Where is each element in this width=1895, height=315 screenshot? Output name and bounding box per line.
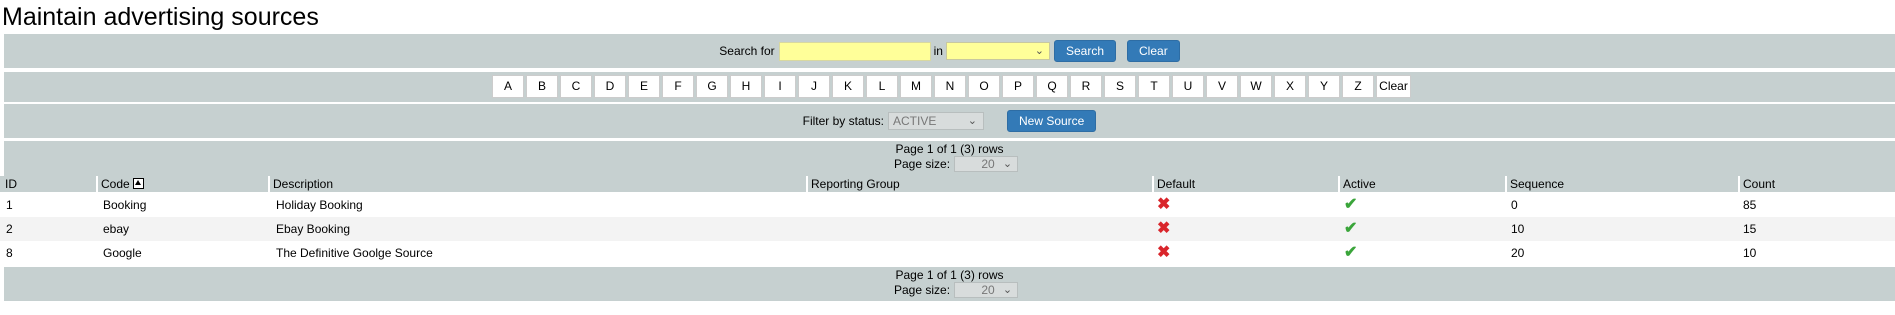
cell-sequence: 20	[1511, 246, 1525, 260]
search-bar: Search for in ⌄ Search Clear	[4, 34, 1895, 68]
cross-icon: ✖	[1157, 196, 1171, 213]
cell-count: 10	[1743, 246, 1757, 260]
table-row[interactable]: 8 Google The Definitive Goolge Source ✖ …	[0, 241, 1895, 265]
cell-description: Holiday Booking	[276, 198, 363, 212]
alphabet-letter-k[interactable]: K	[832, 75, 864, 98]
column-header-code-label: Code	[101, 177, 130, 191]
page-size-value: 20	[981, 283, 995, 297]
alphabet-letter-s[interactable]: S	[1104, 75, 1136, 98]
column-header-active[interactable]: Active	[1338, 176, 1505, 192]
column-header-count[interactable]: Count	[1738, 176, 1895, 192]
alphabet-letter-p[interactable]: P	[1002, 75, 1034, 98]
column-header-id[interactable]: ID	[0, 176, 96, 192]
chevron-down-icon: ⌄	[1034, 45, 1044, 57]
column-header-reporting-group[interactable]: Reporting Group	[806, 176, 1152, 192]
alphabet-letter-n[interactable]: N	[934, 75, 966, 98]
cell-id: 8	[6, 246, 13, 260]
pager-bottom: Page 1 of 1 (3) rows Page size: 20 ⌄	[4, 267, 1895, 301]
cell-code[interactable]: ebay	[103, 217, 129, 241]
column-header-default[interactable]: Default	[1152, 176, 1338, 192]
alphabet-letter-l[interactable]: L	[866, 75, 898, 98]
sort-ascending-icon[interactable]	[132, 178, 144, 189]
chevron-down-icon: ⌄	[1002, 158, 1013, 170]
table-header: ID Code Description Reporting Group Defa…	[0, 176, 1895, 192]
page-size-value: 20	[981, 157, 995, 171]
cell-description: Ebay Booking	[276, 222, 351, 236]
table-row[interactable]: 1 Booking Holiday Booking ✖ ✔ 0 85	[0, 193, 1895, 217]
check-icon: ✔	[1344, 244, 1358, 261]
alphabet-letter-h[interactable]: H	[730, 75, 762, 98]
cell-sequence: 0	[1511, 198, 1518, 212]
alphabet-letter-q[interactable]: Q	[1036, 75, 1068, 98]
page-size-select[interactable]: 20 ⌄	[954, 282, 1019, 298]
status-filter-label: Filter by status:	[802, 114, 884, 128]
search-input[interactable]	[778, 41, 931, 61]
alphabet-letter-j[interactable]: J	[798, 75, 830, 98]
cell-code[interactable]: Booking	[103, 193, 146, 217]
alphabet-letter-v[interactable]: V	[1206, 75, 1238, 98]
table-row[interactable]: 2 ebay Ebay Booking ✖ ✔ 10 15	[0, 217, 1895, 241]
alphabet-letter-c[interactable]: C	[560, 75, 592, 98]
alphabet-filter-bar: A B C D E F G H I J K L M N O P Q R S T U V W X Y Z Clear	[4, 72, 1895, 102]
alphabet-filter: A B C D E F G H I J K L M N O P Q R S T U V W X Y Z Clear	[492, 75, 1411, 98]
pager-summary: Page 1 of 1 (3) rows	[895, 268, 1004, 282]
check-icon: ✔	[1344, 196, 1358, 213]
status-filter-bar: Filter by status: ACTIVE ⌄ New Source	[4, 104, 1895, 138]
pager-summary: Page 1 of 1 (3) rows	[895, 142, 1004, 156]
cell-count: 85	[1743, 198, 1757, 212]
column-header-sequence[interactable]: Sequence	[1505, 176, 1738, 192]
page-size-select[interactable]: 20 ⌄	[954, 156, 1019, 172]
clear-search-button[interactable]: Clear	[1127, 40, 1180, 62]
chevron-down-icon: ⌄	[1002, 284, 1013, 296]
alphabet-letter-x[interactable]: X	[1274, 75, 1306, 98]
column-header-code[interactable]: Code	[96, 176, 268, 192]
cross-icon: ✖	[1157, 220, 1171, 237]
search-field-select[interactable]: ⌄	[945, 42, 1050, 60]
cell-sequence: 10	[1511, 222, 1525, 236]
search-button[interactable]: Search	[1053, 40, 1117, 62]
alphabet-letter-i[interactable]: I	[764, 75, 796, 98]
search-in-label: in	[933, 44, 943, 58]
cross-icon: ✖	[1157, 244, 1171, 261]
status-filter-value: ACTIVE	[892, 114, 937, 128]
cell-description: The Definitive Goolge Source	[276, 246, 433, 260]
cell-code[interactable]: Google	[103, 241, 142, 265]
cell-id: 2	[6, 222, 13, 236]
search-label: Search for	[719, 44, 775, 58]
chevron-down-icon: ⌄	[967, 115, 977, 127]
alphabet-letter-f[interactable]: F	[662, 75, 694, 98]
alphabet-letter-m[interactable]: M	[900, 75, 932, 98]
alphabet-letter-u[interactable]: U	[1172, 75, 1204, 98]
page-size-label: Page size:	[894, 283, 951, 297]
alphabet-letter-y[interactable]: Y	[1308, 75, 1340, 98]
alphabet-letter-d[interactable]: D	[594, 75, 626, 98]
alphabet-letter-z[interactable]: Z	[1342, 75, 1374, 98]
alphabet-letter-e[interactable]: E	[628, 75, 660, 98]
new-source-button[interactable]: New Source	[1006, 110, 1097, 132]
alphabet-letter-b[interactable]: B	[526, 75, 558, 98]
alphabet-clear-button[interactable]: Clear	[1376, 75, 1411, 98]
cell-count: 15	[1743, 222, 1757, 236]
alphabet-letter-r[interactable]: R	[1070, 75, 1102, 98]
page-size-label: Page size:	[894, 157, 951, 171]
column-header-description[interactable]: Description	[268, 176, 806, 192]
alphabet-letter-g[interactable]: G	[696, 75, 728, 98]
alphabet-letter-t[interactable]: T	[1138, 75, 1170, 98]
status-filter-select[interactable]: ACTIVE ⌄	[887, 112, 984, 130]
cell-id: 1	[6, 198, 13, 212]
page-title: Maintain advertising sources	[2, 3, 319, 31]
alphabet-letter-o[interactable]: O	[968, 75, 1000, 98]
pager-top: Page 1 of 1 (3) rows Page size: 20 ⌄	[4, 141, 1895, 176]
alphabet-letter-a[interactable]: A	[492, 75, 524, 98]
check-icon: ✔	[1344, 220, 1358, 237]
alphabet-letter-w[interactable]: W	[1240, 75, 1272, 98]
